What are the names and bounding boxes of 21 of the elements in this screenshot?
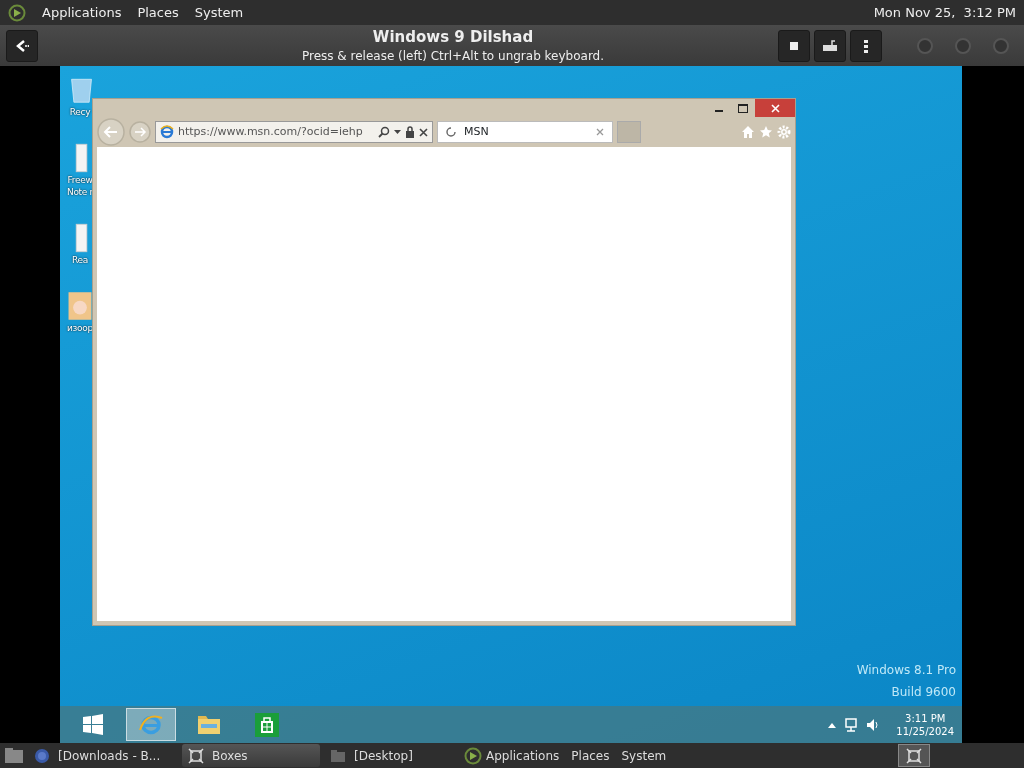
browser-tab[interactable]: MSN	[437, 121, 613, 143]
clock-time: 3:11 PM	[904, 711, 947, 725]
clock[interactable]: Mon Nov 25, 3:12 PM	[873, 2, 1016, 23]
window-title: Windows 9 Dilshad	[371, 26, 535, 47]
tab-title: MSN	[464, 123, 490, 140]
taskbar-task[interactable]: [Desktop]	[324, 744, 452, 767]
taskbar-clock[interactable]: 3:11 PM 11/25/2024	[896, 711, 954, 738]
panel-menu[interactable]: System	[621, 746, 667, 765]
panel-menu[interactable]: Places	[137, 2, 179, 23]
panel-menu[interactable]: Applications	[42, 2, 122, 23]
panel-menu[interactable]: Places	[571, 746, 610, 765]
url-text: https://www.msn.com/?ocid=iehp	[178, 123, 364, 140]
panel-menu[interactable]: Applications	[486, 746, 560, 765]
taskbar-task[interactable]: Boxes	[182, 744, 320, 767]
clock-date: 11/25/2024	[896, 724, 954, 738]
os-watermark: Build 9600	[890, 684, 956, 701]
keyboard-hint: Press & release (left) Ctrl+Alt to ungrab keyboard.	[300, 47, 606, 65]
os-watermark: Windows 8.1 Pro	[856, 662, 956, 679]
taskbar-task[interactable]: [Downloads - B...	[28, 744, 178, 767]
panel-menu[interactable]: System	[194, 2, 244, 23]
address-bar[interactable]: https://www.msn.com/?ocid=iehp	[155, 121, 433, 143]
